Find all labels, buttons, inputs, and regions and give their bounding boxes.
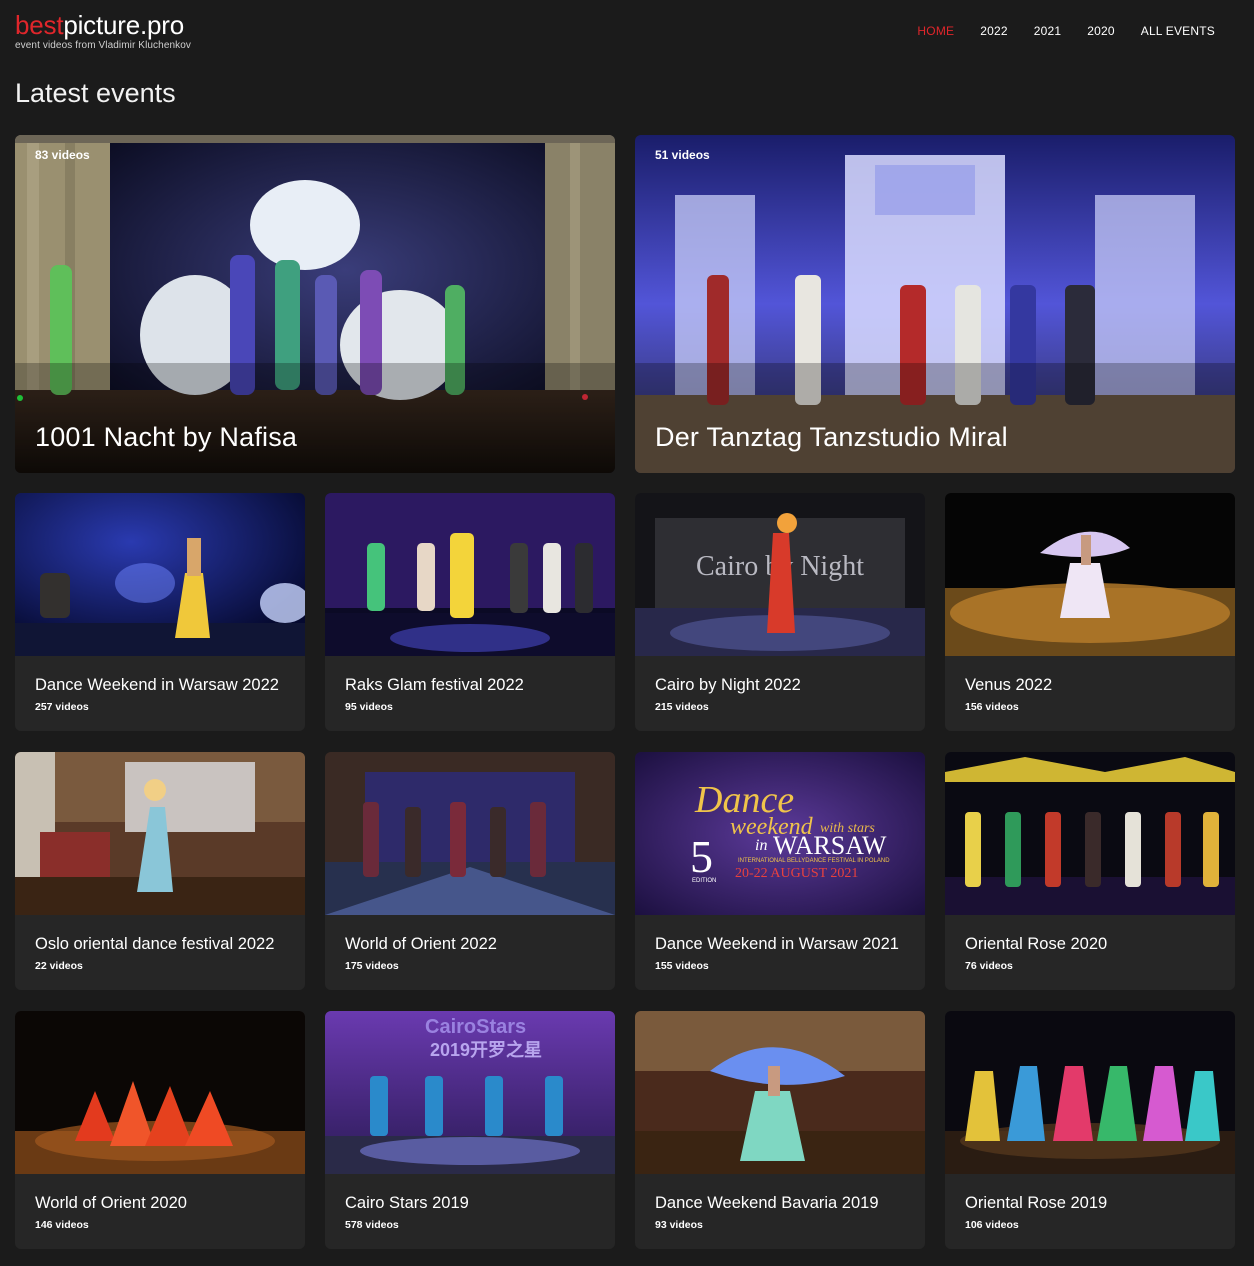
event-thumbnail (15, 493, 305, 656)
poster-edition-number: 5 (690, 831, 713, 882)
event-title[interactable]: Oriental Rose 2020 (965, 935, 1107, 954)
event-card[interactable]: Oriental Rose 2020 76 videos (945, 752, 1235, 990)
banner-text: CairoStars (425, 1016, 526, 1038)
video-count: 51 videos (655, 148, 710, 162)
event-title[interactable]: World of Orient 2022 (345, 935, 497, 954)
event-thumbnail (15, 752, 305, 915)
event-title[interactable]: Raks Glam festival 2022 (345, 676, 524, 695)
nav-2022[interactable]: 2022 (980, 24, 1008, 38)
event-thumbnail (325, 493, 615, 656)
logo-tagline: event videos from Vladimir Kluchenkov (15, 40, 191, 51)
poster-edition-label: EDITION (692, 878, 716, 884)
poster-dates: 20-22 AUGUST 2021 (735, 866, 858, 881)
video-count: 156 videos (965, 701, 1019, 713)
page-title: Latest events (15, 78, 176, 108)
event-thumbnail (635, 1011, 925, 1174)
logo-red-part: best (15, 10, 64, 40)
event-title[interactable]: Dance Weekend in Warsaw 2021 (655, 935, 899, 954)
video-count: 76 videos (965, 960, 1013, 972)
site-logo[interactable]: bestpicture.pro event videos from Vladim… (15, 10, 191, 51)
event-card[interactable]: Oslo oriental dance festival 2022 22 vid… (15, 752, 305, 990)
event-card[interactable]: Dance Weekend in Warsaw 2022 257 videos (15, 493, 305, 731)
event-card[interactable]: Dance weekend with stars 5 EDITION in WA… (635, 752, 925, 990)
event-title[interactable]: 1001 Nacht by Nafisa (35, 422, 297, 453)
event-title[interactable]: Oslo oriental dance festival 2022 (35, 935, 274, 954)
event-title[interactable]: Venus 2022 (965, 676, 1052, 695)
event-card[interactable]: Dance Weekend Bavaria 2019 93 videos (635, 1011, 925, 1249)
nav-home[interactable]: HOME (917, 24, 954, 38)
event-card[interactable]: Oriental Rose 2019 106 videos (945, 1011, 1235, 1249)
event-card[interactable]: Raks Glam festival 2022 95 videos (325, 493, 615, 731)
event-title[interactable]: Der Tanztag Tanzstudio Miral (655, 422, 1008, 453)
logo-white-part: picture.pro (63, 10, 184, 40)
video-count: 215 videos (655, 701, 709, 713)
nav-2021[interactable]: 2021 (1034, 24, 1062, 38)
featured-event-card[interactable]: 51 videos Der Tanztag Tanzstudio Miral (635, 135, 1235, 473)
event-card[interactable]: CairoStars 2019开罗之星 Cairo Stars 2019 578… (325, 1011, 615, 1249)
video-count: 175 videos (345, 960, 399, 972)
featured-event-card[interactable]: 83 videos 1001 Nacht by Nafisa (15, 135, 615, 473)
event-title[interactable]: Dance Weekend in Warsaw 2022 (35, 676, 279, 695)
event-thumbnail (325, 752, 615, 915)
event-thumbnail: Dance weekend with stars 5 EDITION in WA… (635, 752, 925, 915)
event-title[interactable]: Oriental Rose 2019 (965, 1194, 1107, 1213)
event-card[interactable]: Venus 2022 156 videos (945, 493, 1235, 731)
video-count: 106 videos (965, 1219, 1019, 1231)
poster-in: in (755, 837, 767, 854)
banner-year: 2019开罗之星 (430, 1039, 542, 1060)
poster-city: WARSAW (773, 831, 887, 860)
video-count: 155 videos (655, 960, 709, 972)
event-card[interactable]: Cairo by Night Cairo by Night 2022 215 v… (635, 493, 925, 731)
nav-2020[interactable]: 2020 (1087, 24, 1115, 38)
video-count: 146 videos (35, 1219, 89, 1231)
event-card[interactable]: World of Orient 2022 175 videos (325, 752, 615, 990)
logo-text[interactable]: bestpicture.pro (15, 10, 191, 40)
event-thumbnail (15, 1011, 305, 1174)
video-count: 93 videos (655, 1219, 703, 1231)
poster-festival-line: INTERNATIONAL BELLYDANCE FESTIVAL IN POL… (738, 858, 890, 864)
video-count: 83 videos (35, 148, 90, 162)
event-title[interactable]: Cairo by Night 2022 (655, 676, 801, 695)
video-count: 578 videos (345, 1219, 399, 1231)
main-nav: HOME 2022 2021 2020 ALL EVENTS (891, 24, 1215, 38)
event-thumbnail: CairoStars 2019开罗之星 (325, 1011, 615, 1174)
event-thumbnail (945, 493, 1235, 656)
event-title[interactable]: World of Orient 2020 (35, 1194, 187, 1213)
video-count: 22 videos (35, 960, 83, 972)
event-thumbnail: Cairo by Night (635, 493, 925, 656)
nav-all-events[interactable]: ALL EVENTS (1141, 24, 1215, 38)
event-title[interactable]: Cairo Stars 2019 (345, 1194, 469, 1213)
event-title[interactable]: Dance Weekend Bavaria 2019 (655, 1194, 879, 1213)
video-count: 257 videos (35, 701, 89, 713)
event-thumbnail (945, 1011, 1235, 1174)
event-card[interactable]: World of Orient 2020 146 videos (15, 1011, 305, 1249)
video-count: 95 videos (345, 701, 393, 713)
event-thumbnail (945, 752, 1235, 915)
